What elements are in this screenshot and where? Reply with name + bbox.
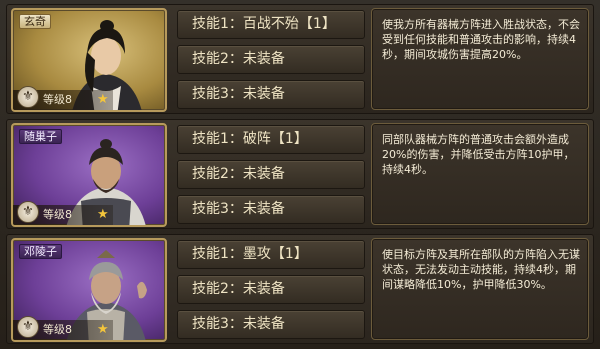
skill-description: 同部队器械方阵的普通攻击会额外造成20%的伤害，并降低受击方阵10护甲，持续4秒… bbox=[371, 123, 589, 225]
skill-list: 技能1：百战不殆【1】 技能2：未装备 技能3：未装备 bbox=[177, 10, 365, 115]
hero-level: 等级8 bbox=[43, 323, 72, 336]
hero-row: 邓陵子 ⚜ 等级8 ★ 技能1：墨攻【1】 技能2：未装备 技能3：未装备 使目… bbox=[6, 234, 594, 344]
hero-level: 等级8 bbox=[43, 208, 72, 221]
hero-row: 随巢子 ⚜ 等级8 ★ 技能1：破阵【1】 技能2：未装备 技能3：未装备 同部… bbox=[6, 119, 594, 229]
skill-slot-1[interactable]: 技能1：墨攻【1】 bbox=[177, 240, 365, 269]
skill-slot-2[interactable]: 技能2：未装备 bbox=[177, 160, 365, 189]
hero-card[interactable]: 随巢子 ⚜ 等级8 ★ bbox=[11, 123, 167, 227]
skill-list: 技能1：墨攻【1】 技能2：未装备 技能3：未装备 bbox=[177, 240, 365, 345]
skill-slot-1[interactable]: 技能1：破阵【1】 bbox=[177, 125, 365, 154]
star-icon: ★ bbox=[97, 207, 109, 222]
hero-row: 玄奇 ⚜ 等级8 ★ 技能1：百战不殆【1】 技能2：未装备 技能3：未装备 使… bbox=[6, 4, 594, 114]
hero-card[interactable]: 玄奇 ⚜ 等级8 ★ bbox=[11, 8, 167, 112]
hero-name: 玄奇 bbox=[19, 14, 51, 29]
hero-name: 随巢子 bbox=[19, 129, 62, 144]
scroll-emblem-icon: ⚜ bbox=[17, 316, 39, 338]
hero-skill-panel: 玄奇 ⚜ 等级8 ★ 技能1：百战不殆【1】 技能2：未装备 技能3：未装备 使… bbox=[0, 0, 600, 349]
hero-name: 邓陵子 bbox=[19, 244, 62, 259]
skill-slot-1[interactable]: 技能1：百战不殆【1】 bbox=[177, 10, 365, 39]
skill-slot-3[interactable]: 技能3：未装备 bbox=[177, 195, 365, 224]
hero-card[interactable]: 邓陵子 ⚜ 等级8 ★ bbox=[11, 238, 167, 342]
scroll-emblem-icon: ⚜ bbox=[17, 201, 39, 223]
skill-slot-2[interactable]: 技能2：未装备 bbox=[177, 275, 365, 304]
skill-description: 使目标方阵及其所在部队的方阵陷入无谋状态，无法发动主动技能，持续4秒，期间谋略降… bbox=[371, 238, 589, 340]
star-icon: ★ bbox=[97, 92, 109, 107]
skill-list: 技能1：破阵【1】 技能2：未装备 技能3：未装备 bbox=[177, 125, 365, 230]
skill-description: 使我方所有器械方阵进入胜战状态，不会受到任何技能和普通攻击的影响，持续4秒，期间… bbox=[371, 8, 589, 110]
skill-slot-3[interactable]: 技能3：未装备 bbox=[177, 80, 365, 109]
star-icon: ★ bbox=[97, 322, 109, 337]
scroll-emblem-icon: ⚜ bbox=[17, 86, 39, 108]
skill-slot-3[interactable]: 技能3：未装备 bbox=[177, 310, 365, 339]
skill-slot-2[interactable]: 技能2：未装备 bbox=[177, 45, 365, 74]
hero-level: 等级8 bbox=[43, 93, 72, 106]
